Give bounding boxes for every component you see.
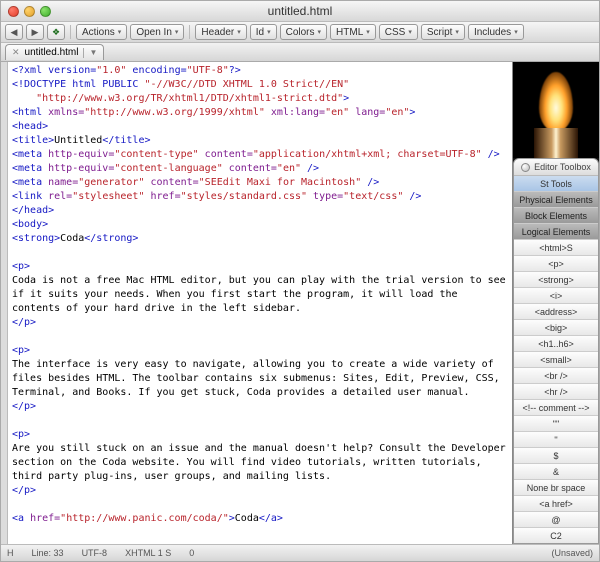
tab-label: untitled.html	[25, 47, 79, 58]
close-icon[interactable]	[8, 6, 19, 17]
toolbox-item[interactable]: <a href>	[514, 496, 598, 512]
toolbox-item[interactable]: <small>	[514, 352, 598, 368]
toolbox-item[interactable]: St Tools	[514, 176, 598, 192]
css-menu[interactable]: CSS▾	[379, 24, 418, 40]
tab-bar: ✕ untitled.html ▼	[1, 43, 599, 62]
close-tab-icon[interactable]: ✕	[12, 47, 20, 58]
main-toolbar: ◀ ▶ ❖ Actions▾ Open In▾ Header▾ Id▾ Colo…	[1, 22, 599, 43]
zoom-icon[interactable]	[40, 6, 51, 17]
header-menu[interactable]: Header▾	[195, 24, 246, 40]
script-menu[interactable]: Script▾	[421, 24, 465, 40]
toolbox-item[interactable]: $	[514, 448, 598, 464]
toolbox-item[interactable]: <html>S	[514, 240, 598, 256]
toolbox-item[interactable]: None br space	[514, 480, 598, 496]
left-gutter	[1, 62, 8, 544]
candle-flame-icon	[539, 72, 573, 132]
toolbox-item[interactable]: @	[514, 512, 598, 528]
toolbox-item[interactable]: C2	[514, 528, 598, 544]
toolbox-header[interactable]: Editor Toolbox	[514, 159, 598, 176]
window-title: untitled.html	[1, 4, 599, 18]
includes-menu[interactable]: Includes▾	[468, 24, 524, 40]
id-menu[interactable]: Id▾	[250, 24, 277, 40]
toolbox-item[interactable]: <strong>	[514, 272, 598, 288]
toolbox-item[interactable]: <p>	[514, 256, 598, 272]
actions-menu[interactable]: Actions▾	[76, 24, 127, 40]
file-tab[interactable]: ✕ untitled.html ▼	[5, 44, 104, 60]
status-doctype: XHTML 1 S	[125, 548, 171, 558]
tools-button[interactable]: ❖	[47, 24, 65, 40]
openin-menu[interactable]: Open In▾	[130, 24, 184, 40]
toolbox-item[interactable]: Logical Elements	[514, 224, 598, 240]
toolbox-close-icon[interactable]	[521, 163, 530, 172]
body-area: <?xml version="1.0" encoding="UTF-8"?> <…	[1, 62, 599, 544]
minimize-icon[interactable]	[24, 6, 35, 17]
right-panel: Editor Toolbox St ToolsPhysical Elements…	[512, 62, 599, 544]
status-line: Line: 33	[32, 548, 64, 558]
colors-menu[interactable]: Colors▾	[280, 24, 327, 40]
toolbox-item[interactable]: <address>	[514, 304, 598, 320]
status-encoding: UTF-8	[82, 548, 108, 558]
toolbox-item[interactable]: <big>	[514, 320, 598, 336]
code-editor[interactable]: <?xml version="1.0" encoding="UTF-8"?> <…	[8, 62, 512, 544]
status-h: H	[7, 548, 14, 558]
status-bar: H Line: 33 UTF-8 XHTML 1 S 0 (Unsaved)	[1, 544, 599, 561]
toolbox-item[interactable]: <h1..h6>	[514, 336, 598, 352]
editor-toolbox: Editor Toolbox St ToolsPhysical Elements…	[513, 158, 599, 544]
status-col: 0	[189, 548, 194, 558]
candle-icon	[534, 128, 578, 158]
html-menu[interactable]: HTML▾	[330, 24, 376, 40]
toolbox-item[interactable]: <i>	[514, 288, 598, 304]
tab-menu-icon[interactable]: ▼	[89, 48, 97, 57]
toolbox-item[interactable]: <br />	[514, 368, 598, 384]
toolbox-item[interactable]: <!-- comment -->	[514, 400, 598, 416]
titlebar: untitled.html	[1, 1, 599, 22]
toolbox-item[interactable]: Physical Elements	[514, 192, 598, 208]
toolbox-item[interactable]: <hr />	[514, 384, 598, 400]
desktop-background	[513, 62, 599, 158]
toolbox-item[interactable]: ''	[514, 432, 598, 448]
nav-back-button[interactable]: ◀	[5, 24, 23, 40]
status-saved: (Unsaved)	[551, 548, 593, 558]
nav-forward-button[interactable]: ▶	[26, 24, 44, 40]
toolbox-item[interactable]: ""	[514, 416, 598, 432]
toolbox-item[interactable]: &	[514, 464, 598, 480]
app-window: untitled.html ◀ ▶ ❖ Actions▾ Open In▾ He…	[0, 0, 600, 562]
toolbox-item[interactable]: Block Elements	[514, 208, 598, 224]
window-controls	[1, 6, 51, 17]
